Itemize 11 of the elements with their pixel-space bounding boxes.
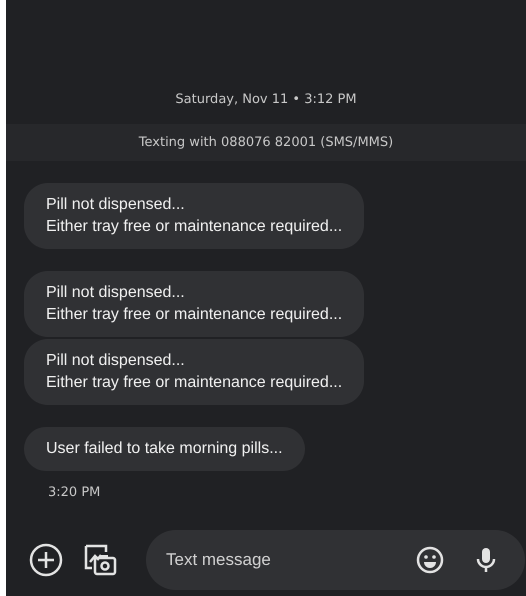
message-bubble: Pill not dispensed... Either tray free or maintenance required... <box>24 183 364 249</box>
conversation-banner: Texting with 088076 82001 (SMS/MMS) <box>6 124 526 161</box>
emoji-icon[interactable] <box>415 545 445 575</box>
date-header: Saturday, Nov 11 • 3:12 PM <box>175 92 357 107</box>
message-bubble: Pill not dispensed... Either tray free or maintenance required... <box>24 271 364 337</box>
message-bubble: Pill not dispensed... Either tray free or maintenance required... <box>24 339 364 405</box>
message-bubble: User failed to take morning pills... <box>24 427 305 471</box>
text-message-field[interactable]: Text message <box>164 549 389 571</box>
message-time: 3:20 PM <box>48 485 100 500</box>
add-icon[interactable] <box>28 542 64 578</box>
gallery-camera-icon[interactable] <box>82 542 118 578</box>
